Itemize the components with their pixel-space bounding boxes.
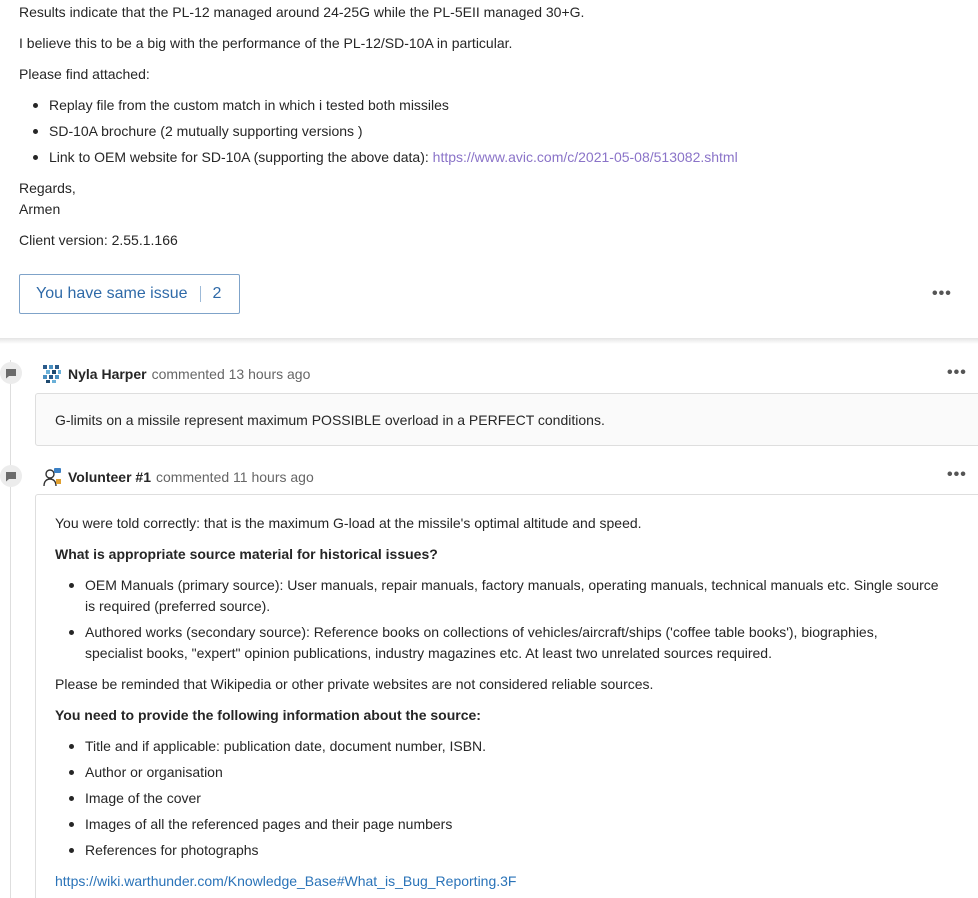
comment-header: Volunteer #1 commented 11 hours ago <box>42 467 314 487</box>
comment-more-icon[interactable]: ••• <box>947 365 967 381</box>
comment-body: You were told correctly: that is the max… <box>35 494 978 898</box>
requirements-list: Title and if applicable: publication dat… <box>68 736 486 866</box>
comment-author[interactable]: Volunteer #1 <box>68 469 151 485</box>
comment-meta: commented 11 hours ago <box>156 469 314 485</box>
list-item: Images of all the referenced pages and t… <box>68 814 486 840</box>
list-item: Image of the cover <box>68 788 486 814</box>
comment-bubble-icon <box>0 465 22 487</box>
pixel-avatar-icon[interactable] <box>42 364 62 384</box>
list-item: Title and if applicable: publication dat… <box>68 736 486 762</box>
comment-meta: commented 13 hours ago <box>151 366 311 382</box>
list-item: Replay file from the custom match in whi… <box>33 95 738 121</box>
divider <box>199 286 201 302</box>
comment-text: You were told correctly: that is the max… <box>55 515 642 531</box>
comment-body: G-limits on a missile represent maximum … <box>35 393 978 446</box>
list-item: Link to OEM website for SD-10A (supporti… <box>33 147 738 173</box>
sources-list: OEM Manuals (primary source): User manua… <box>69 575 939 669</box>
issue-more-icon[interactable]: ••• <box>932 286 952 302</box>
section-heading: You need to provide the following inform… <box>55 707 481 723</box>
list-item: Authored works (secondary source): Refer… <box>69 622 939 669</box>
attachments-list: Replay file from the custom match in whi… <box>33 95 738 173</box>
comment-text: G-limits on a missile represent maximum … <box>55 412 605 428</box>
attachments-intro: Please find attached: <box>19 66 150 82</box>
comment-bubble-icon <box>0 362 22 384</box>
comment-text: Please be reminded that Wikipedia or oth… <box>55 676 654 692</box>
issue-text-line1: Results indicate that the PL-12 managed … <box>19 4 585 20</box>
comment-author[interactable]: Nyla Harper <box>68 366 147 382</box>
issue-text-line2: I believe this to be a big with the perf… <box>19 35 513 51</box>
regards-text: Regards, <box>19 180 76 196</box>
same-issue-button[interactable]: You have same issue 2 <box>19 274 240 314</box>
volunteer-avatar-icon[interactable] <box>42 467 62 487</box>
same-issue-count: 2 <box>212 285 222 302</box>
list-item: Author or organisation <box>68 762 486 788</box>
signature-text: Armen <box>19 201 61 217</box>
oem-website-link[interactable]: https://www.avic.com/c/2021-05-08/513082… <box>433 149 738 165</box>
issue-body: Results indicate that the PL-12 managed … <box>0 0 978 338</box>
divider <box>0 338 978 344</box>
list-item: SD-10A brochure (2 mutually supporting v… <box>33 121 738 147</box>
list-item: OEM Manuals (primary source): User manua… <box>69 575 939 622</box>
wiki-link[interactable]: https://wiki.warthunder.com/Knowledge_Ba… <box>55 873 516 889</box>
section-heading: What is appropriate source material for … <box>55 546 438 562</box>
comment-header: Nyla Harper commented 13 hours ago <box>42 364 310 384</box>
timeline-line <box>10 360 11 898</box>
client-version: Client version: 2.55.1.166 <box>19 232 178 248</box>
comment-more-icon[interactable]: ••• <box>947 467 967 483</box>
list-item: References for photographs <box>68 840 486 866</box>
same-issue-label: You have same issue <box>36 285 188 302</box>
